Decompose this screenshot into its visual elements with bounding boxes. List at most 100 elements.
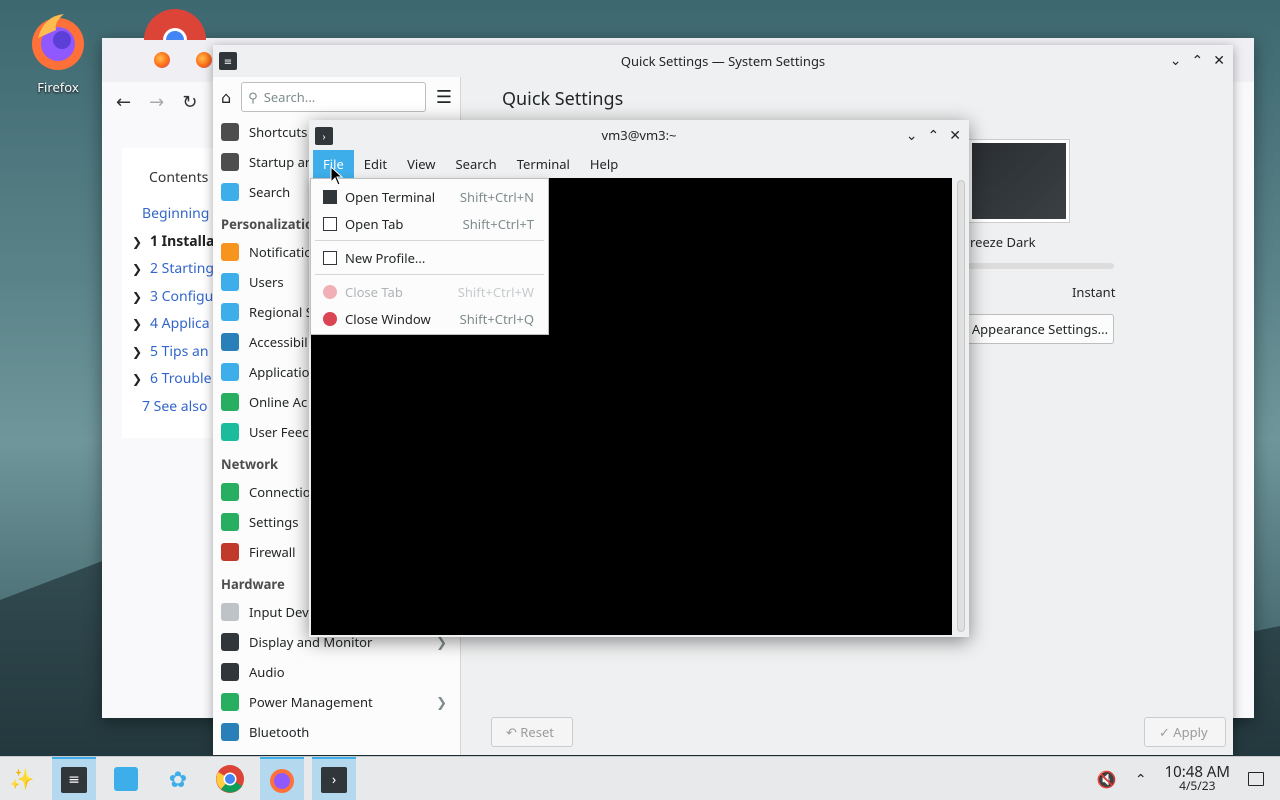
chevron-up-icon[interactable]: ⌃ bbox=[1135, 770, 1147, 789]
toc-item[interactable]: ❯ 2 Starting bbox=[132, 255, 214, 283]
terminal-scrollbar[interactable] bbox=[957, 180, 965, 632]
chevron-right-icon[interactable]: ❯ bbox=[132, 338, 142, 366]
menu-item-close-window[interactable]: Close Window Shift+Ctrl+Q bbox=[311, 305, 548, 332]
firefox-icon bbox=[270, 768, 294, 793]
sidebar-item-label: Input Dev bbox=[249, 603, 309, 621]
sidebar-item-label: Applicatio bbox=[249, 363, 310, 381]
toc-item[interactable]: ❯ 3 Configu bbox=[132, 283, 214, 311]
sidebar-item-label: Search bbox=[249, 183, 291, 201]
toc-link[interactable]: 6 Trouble bbox=[150, 365, 211, 393]
system-settings-app-icon: ≡ bbox=[219, 52, 237, 70]
minimize-button[interactable]: ⌄ bbox=[906, 126, 918, 145]
system-settings-titlebar[interactable]: ≡ Quick Settings — System Settings ⌄ ⌃ ✕ bbox=[213, 45, 1233, 77]
terminal-titlebar[interactable]: › vm3@vm3:~ ⌄ ⌃ ✕ bbox=[309, 120, 969, 150]
sidebar-item[interactable]: Power Management ❯ bbox=[213, 687, 461, 717]
menu-view[interactable]: View bbox=[397, 150, 445, 178]
toc-item[interactable]: ❯ 6 Trouble bbox=[132, 365, 214, 393]
chrome-icon[interactable] bbox=[142, 6, 208, 40]
chevron-right-icon: ❯ bbox=[436, 693, 447, 711]
menu-item-shortcut: Shift+Ctrl+T bbox=[462, 214, 534, 233]
toc-item[interactable]: Beginning bbox=[132, 200, 214, 228]
terminal-icon bbox=[323, 189, 337, 204]
chevron-right-icon[interactable]: ❯ bbox=[132, 228, 142, 256]
forward-arrow-icon[interactable]: → bbox=[149, 90, 164, 114]
reset-button[interactable]: ↶ Reset bbox=[491, 717, 573, 747]
chevron-right-icon[interactable]: ❯ bbox=[132, 255, 142, 283]
toc-link[interactable]: 7 See also bbox=[132, 393, 207, 421]
menu-search[interactable]: Search bbox=[446, 150, 507, 178]
chevron-right-icon[interactable]: ❯ bbox=[132, 310, 142, 338]
taskbar-system-settings[interactable]: ≡ bbox=[52, 756, 96, 800]
taskbar-konsole[interactable]: › bbox=[312, 756, 356, 800]
toc-item[interactable]: ❯ 5 Tips an bbox=[132, 338, 214, 366]
sidebar-item-label: Power Management bbox=[249, 693, 373, 711]
toc-item[interactable]: ❯ 4 Applica bbox=[132, 310, 214, 338]
close-circle-icon bbox=[323, 311, 337, 326]
toc-item[interactable]: 7 See also bbox=[132, 393, 214, 421]
minimize-button[interactable]: ⌄ bbox=[1170, 51, 1182, 70]
menu-item-open-terminal[interactable]: Open Terminal Shift+Ctrl+N bbox=[311, 183, 548, 210]
sidebar-item[interactable]: Bluetooth bbox=[213, 717, 461, 747]
hamburger-menu-icon[interactable]: ☰ bbox=[436, 85, 452, 109]
checkmark-icon: ✓ bbox=[1159, 723, 1170, 741]
desktop-icon-label: Firefox bbox=[37, 78, 79, 96]
taskbar-chrome[interactable] bbox=[208, 757, 252, 800]
theme-preview-thumbnail[interactable] bbox=[968, 139, 1070, 223]
app-launcher-button[interactable]: ✨ bbox=[0, 757, 44, 800]
menu-terminal[interactable]: Terminal bbox=[507, 150, 580, 178]
toc-item[interactable]: ❯ 1 Installa bbox=[132, 228, 214, 256]
firefox-tab-favicon[interactable] bbox=[154, 52, 170, 68]
sidebar-item-label: Accessibil bbox=[249, 333, 308, 351]
toc-link[interactable]: 4 Applica bbox=[150, 310, 210, 338]
firefox-tab-favicon[interactable] bbox=[196, 52, 212, 68]
sidebar-item[interactable]: Audio bbox=[213, 657, 461, 687]
apply-button[interactable]: ✓ Apply bbox=[1144, 717, 1226, 747]
category-icon bbox=[221, 363, 239, 381]
chevron-right-icon[interactable]: ❯ bbox=[132, 365, 142, 393]
menu-item-open-tab[interactable]: Open Tab Shift+Ctrl+T bbox=[311, 210, 548, 237]
reload-icon[interactable]: ↻ bbox=[182, 90, 197, 114]
menu-edit[interactable]: Edit bbox=[354, 150, 397, 178]
menu-item-label: Close Window bbox=[345, 309, 431, 328]
sidebar-item-label: Shortcuts bbox=[249, 123, 308, 141]
toc-link[interactable]: 5 Tips an bbox=[150, 338, 209, 366]
clock[interactable]: 10:48 AM 4/5/23 bbox=[1165, 765, 1230, 793]
show-desktop-icon[interactable] bbox=[1248, 772, 1264, 786]
sidebar-item-label: Connectio bbox=[249, 483, 311, 501]
toc-link[interactable]: Beginning bbox=[132, 200, 209, 228]
toc-link[interactable]: 3 Configu bbox=[150, 283, 213, 311]
muted-speaker-icon[interactable]: 🔇 bbox=[1097, 768, 1117, 790]
toc-list: Beginning ❯ 1 Installa ❯ 2 Starting ❯ 3 Config… bbox=[132, 200, 214, 420]
category-icon bbox=[221, 483, 239, 501]
file-menu-dropdown: Open Terminal Shift+Ctrl+N Open Tab Shift+C… bbox=[310, 178, 549, 335]
menu-help[interactable]: Help bbox=[580, 150, 628, 178]
system-settings-icon: ≡ bbox=[61, 766, 87, 793]
animation-speed-slider[interactable] bbox=[968, 263, 1114, 269]
toc-link[interactable]: 1 Installa bbox=[150, 228, 214, 256]
category-icon bbox=[221, 633, 239, 651]
menu-item-new-profile[interactable]: New Profile... bbox=[311, 244, 548, 271]
category-icon bbox=[221, 423, 239, 441]
menu-item-shortcut: Shift+Ctrl+W bbox=[457, 282, 534, 301]
toc-link[interactable]: 2 Starting bbox=[150, 255, 214, 283]
chevron-right-icon[interactable]: ❯ bbox=[132, 283, 142, 311]
taskbar-discover[interactable] bbox=[104, 757, 148, 800]
close-button[interactable]: ✕ bbox=[1213, 51, 1225, 70]
launcher-icon: ✨ bbox=[9, 765, 35, 792]
maximize-button[interactable]: ⌃ bbox=[1192, 51, 1204, 70]
menu-item-label: New Profile... bbox=[345, 248, 426, 267]
appearance-settings-button[interactable]: Appearance Settings... bbox=[966, 314, 1114, 344]
close-button[interactable]: ✕ bbox=[949, 126, 961, 145]
back-arrow-icon[interactable]: ← bbox=[116, 90, 131, 114]
category-icon bbox=[221, 333, 239, 351]
home-icon[interactable]: ⌂ bbox=[221, 86, 231, 108]
search-field[interactable]: ⚲ Search... bbox=[241, 82, 426, 112]
reset-label: Reset bbox=[520, 723, 554, 741]
category-icon bbox=[221, 603, 239, 621]
taskbar-firefox[interactable] bbox=[260, 756, 304, 800]
desktop-firefox-shortcut[interactable]: Firefox bbox=[18, 8, 98, 96]
window-title: Quick Settings — System Settings bbox=[620, 52, 826, 70]
maximize-button[interactable]: ⌃ bbox=[928, 126, 940, 145]
taskbar-plasma-vault[interactable]: ✿ bbox=[156, 757, 200, 800]
menu-item-shortcut: Shift+Ctrl+Q bbox=[459, 309, 534, 328]
